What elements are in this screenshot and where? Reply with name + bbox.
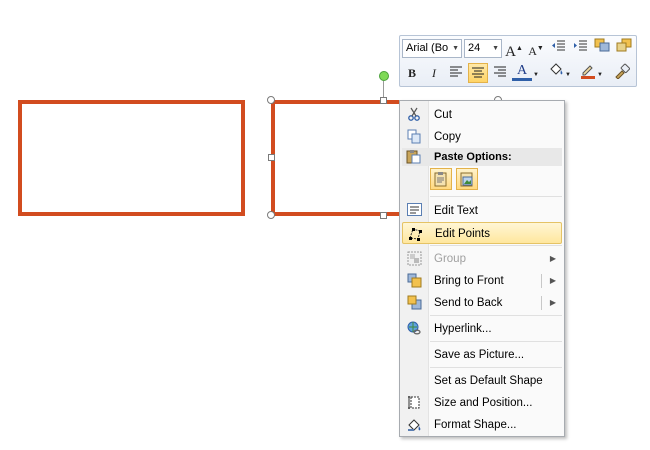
resize-handle-top[interactable] <box>380 97 387 104</box>
bold-icon[interactable]: B <box>402 63 422 83</box>
menu-separator <box>430 196 562 197</box>
group-icon <box>406 251 422 267</box>
format-painter-icon[interactable] <box>612 63 632 83</box>
chevron-down-icon[interactable]: ▼ <box>452 40 459 57</box>
edit-text-icon <box>406 203 422 219</box>
bring-to-front-icon <box>406 273 422 289</box>
resize-handle-bottom[interactable] <box>380 212 387 219</box>
menu-item-label: Send to Back <box>434 297 503 309</box>
rotation-handle[interactable] <box>379 71 389 81</box>
resize-handle-bottom-left[interactable] <box>267 211 275 219</box>
paste-options-header: Paste Options: <box>402 148 562 166</box>
menu-item-label: Copy <box>434 131 461 143</box>
menu-item-send-to-back[interactable]: Send to Back ▶ <box>402 292 562 314</box>
menu-item-set-default-shape[interactable]: Set as Default Shape <box>402 370 562 392</box>
resize-handle-top-left[interactable] <box>267 96 275 104</box>
size-position-icon <box>406 395 422 411</box>
italic-icon[interactable]: I <box>424 63 444 83</box>
menu-item-label: Save as Picture... <box>434 349 525 361</box>
chevron-down-icon[interactable]: ▼ <box>564 65 572 85</box>
menu-item-edit-text[interactable]: Edit Text <box>402 200 562 222</box>
font-size-combo[interactable]: 24 ▼ <box>464 39 502 58</box>
menu-item-bring-to-front[interactable]: Bring to Front ▶ <box>402 270 562 292</box>
shrink-font-icon[interactable]: A▼ <box>526 38 546 58</box>
chevron-down-icon[interactable]: ▼ <box>492 40 499 57</box>
menu-item-size-and-position[interactable]: Size and Position... <box>402 392 562 414</box>
shape-styles-icon[interactable] <box>592 38 612 58</box>
increase-indent-icon[interactable] <box>570 38 590 58</box>
menu-separator <box>430 367 562 368</box>
menu-item-label: Cut <box>434 109 452 121</box>
menu-item-edit-points[interactable]: Edit Points <box>402 222 562 244</box>
context-menu: Cut Copy Paste Options: Edit Text Edit P… <box>399 100 565 437</box>
hyperlink-icon <box>406 321 422 337</box>
resize-handle-left[interactable] <box>268 154 275 161</box>
menu-item-format-shape[interactable]: Format Shape... <box>402 414 562 436</box>
decrease-indent-icon[interactable] <box>548 38 568 58</box>
format-shape-icon <box>406 417 422 433</box>
rectangle-shape[interactable] <box>18 100 245 216</box>
menu-item-label: Format Shape... <box>434 419 517 431</box>
chevron-right-icon: ▶ <box>549 254 556 263</box>
grow-font-icon[interactable]: A▲ <box>504 38 524 60</box>
menu-item-label: Edit Points <box>435 228 490 240</box>
menu-item-group[interactable]: Group ▶ <box>402 248 562 270</box>
align-left-icon[interactable] <box>446 63 466 83</box>
font-size-value: 24 <box>468 42 481 54</box>
chevron-down-icon[interactable]: ▼ <box>596 65 604 85</box>
align-right-icon[interactable] <box>490 63 510 83</box>
send-to-back-icon <box>406 295 422 311</box>
paste-options-label: Paste Options: <box>434 151 512 163</box>
copy-icon <box>406 129 422 145</box>
paste-keep-text-icon[interactable] <box>430 168 452 190</box>
paste-icon <box>406 149 421 170</box>
scissors-icon <box>406 107 422 123</box>
menu-item-save-as-picture[interactable]: Save as Picture... <box>402 344 562 366</box>
menu-item-label: Set as Default Shape <box>434 375 543 387</box>
menu-item-label: Hyperlink... <box>434 323 492 335</box>
align-center-icon[interactable] <box>468 63 488 83</box>
font-name-value: Arial (Bo <box>406 42 449 54</box>
menu-separator <box>430 315 562 316</box>
edit-points-icon <box>407 226 423 242</box>
menu-separator <box>430 245 562 246</box>
chevron-right-icon[interactable]: ▶ <box>550 270 556 292</box>
paste-picture-icon[interactable] <box>456 168 478 190</box>
menu-item-label: Edit Text <box>434 205 478 217</box>
font-name-combo[interactable]: Arial (Bo ▼ <box>402 39 462 58</box>
menu-separator <box>430 341 562 342</box>
menu-item-label: Group <box>434 253 466 265</box>
menu-item-copy[interactable]: Copy <box>402 126 562 148</box>
arrange-icon[interactable] <box>614 38 634 58</box>
menu-item-cut[interactable]: Cut <box>402 104 562 126</box>
menu-item-hyperlink[interactable]: Hyperlink... <box>402 318 562 340</box>
mini-toolbar: Arial (Bo ▼ 24 ▼ A▲ A▼ B I A ▼ ▼ ▼ <box>399 35 637 87</box>
shape-fill-icon[interactable] <box>546 63 566 83</box>
menu-item-label: Bring to Front <box>434 275 504 287</box>
shape-outline-icon[interactable] <box>578 63 598 83</box>
menu-item-label: Size and Position... <box>434 397 533 409</box>
font-color-icon[interactable]: A <box>512 63 532 81</box>
submenu-divider <box>541 296 542 310</box>
chevron-down-icon[interactable]: ▼ <box>532 65 540 85</box>
submenu-divider <box>541 274 542 288</box>
chevron-right-icon[interactable]: ▶ <box>550 292 556 314</box>
